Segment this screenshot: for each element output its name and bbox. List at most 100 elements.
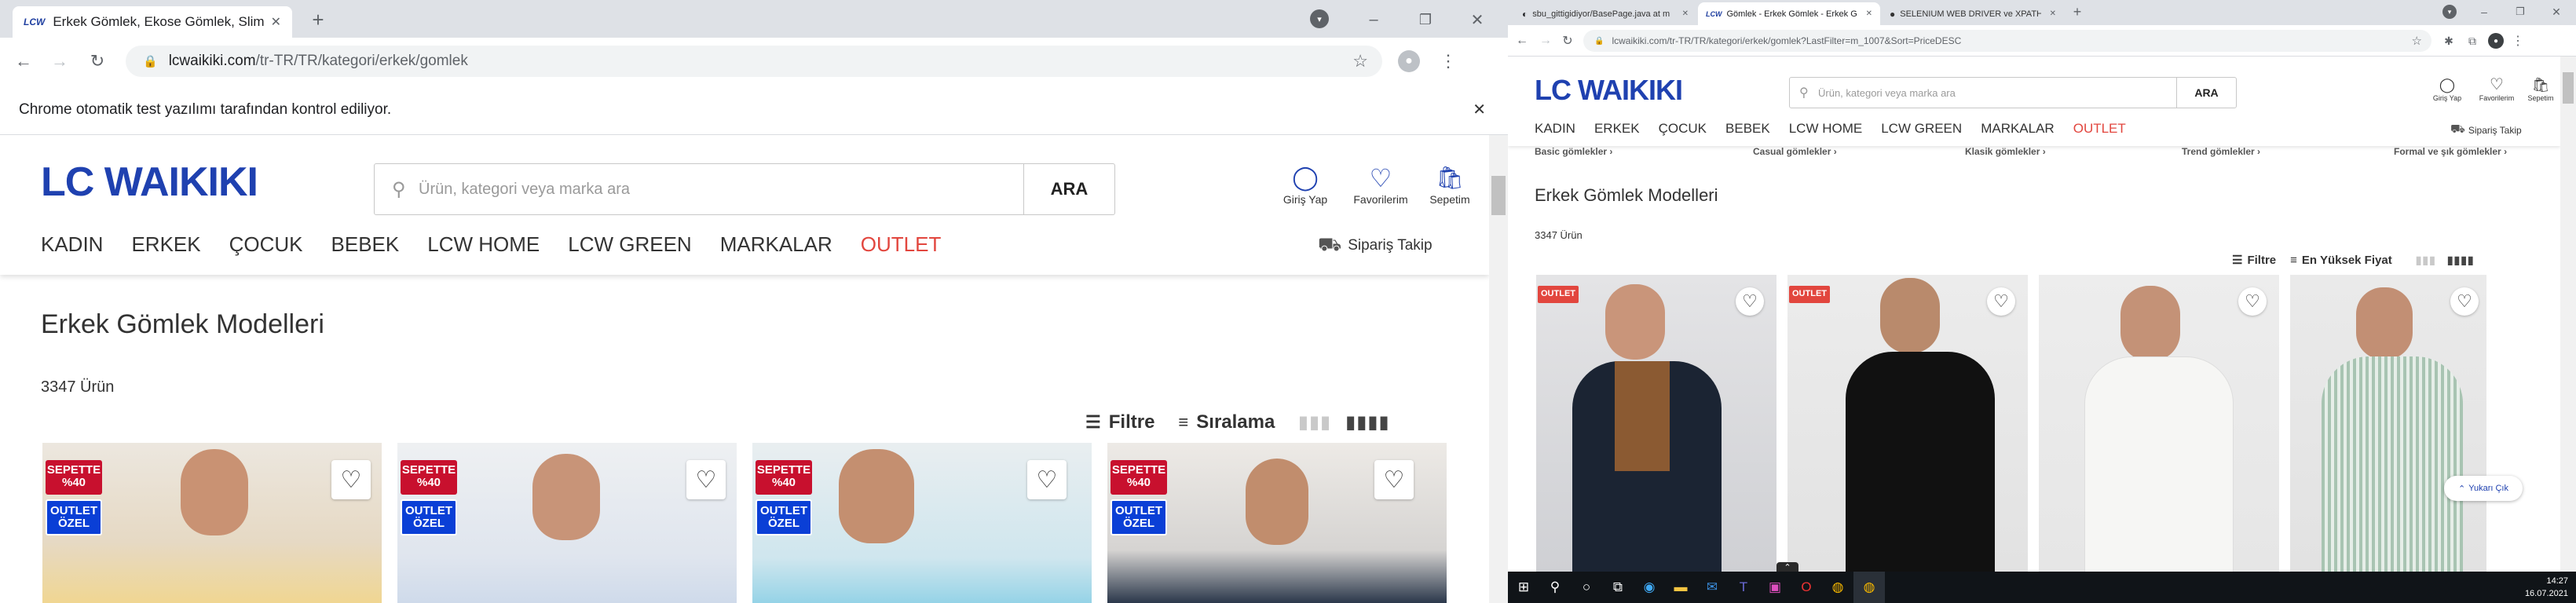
menu-kebab-icon[interactable]: ⋮ <box>1437 50 1459 72</box>
bookmark-star-icon[interactable]: ☆ <box>2412 34 2422 48</box>
site-search-input[interactable]: ⚲ Ürün, kategori veya marka ara ARA <box>374 163 1115 215</box>
favorite-heart-icon[interactable]: ♡ <box>2450 287 2479 316</box>
favorite-heart-icon[interactable]: ♡ <box>1027 460 1067 499</box>
forward-icon[interactable]: → <box>1538 33 1553 49</box>
filter-button[interactable]: Filtre <box>2247 254 2276 267</box>
search-button[interactable]: ARA <box>1023 164 1114 214</box>
nav-erkek[interactable]: ERKEK <box>1594 121 1640 137</box>
scroll-to-top-button[interactable]: ⌃ Yukarı Çık <box>2444 476 2523 501</box>
product-card[interactable]: SEPETTE %40 OUTLET ÖZEL ♡ <box>42 443 382 603</box>
menu-kebab-icon[interactable]: ⋮ <box>2510 33 2526 49</box>
login-link[interactable]: ◯ Giriş Yap <box>1275 166 1335 206</box>
nav-kadin[interactable]: KADIN <box>41 232 103 257</box>
extensions-icon[interactable]: ✱ <box>2441 33 2457 49</box>
bookmark-star-icon[interactable]: ☆ <box>1352 51 1368 71</box>
sort-button[interactable]: Sıralama <box>1196 411 1275 433</box>
minimize-icon[interactable]: – <box>1362 8 1385 31</box>
nav-lcw-home[interactable]: LCW HOME <box>1789 121 1863 137</box>
favorite-heart-icon[interactable]: ♡ <box>686 460 726 499</box>
favorites-link[interactable]: ♡ Favorilerim <box>1345 166 1417 206</box>
mail-icon[interactable]: ✉ <box>1696 572 1728 603</box>
page-scrollbar[interactable] <box>2560 57 2576 572</box>
close-tab-icon[interactable]: ✕ <box>1682 9 1689 18</box>
nav-outlet[interactable]: OUTLET <box>2073 121 2126 137</box>
nav-cocuk[interactable]: ÇOCUK <box>1659 121 1707 137</box>
close-tab-icon[interactable]: ✕ <box>2050 9 2056 18</box>
subcat-klasik[interactable]: Klasik gömlekler › <box>1965 146 2182 157</box>
taskbar-chevron-up-icon[interactable]: ⌃ <box>1776 562 1798 572</box>
new-tab-button[interactable]: + <box>2069 3 2086 20</box>
teams-icon[interactable]: T <box>1728 572 1759 603</box>
cart-link[interactable]: 🛍 Sepetim <box>2523 77 2559 102</box>
new-tab-button[interactable]: + <box>306 8 330 31</box>
tab-search-icon[interactable]: ▾ <box>1310 9 1329 28</box>
nav-cocuk[interactable]: ÇOCUK <box>229 232 303 257</box>
favorite-heart-icon[interactable]: ♡ <box>1987 287 2015 316</box>
grid-4-icon[interactable]: ▮▮▮▮ <box>2447 254 2475 267</box>
nav-bebek[interactable]: BEBEK <box>1725 121 1770 137</box>
search-icon[interactable]: ⚲ <box>1539 572 1571 603</box>
filter-button[interactable]: Filtre <box>1109 411 1155 433</box>
order-track-link[interactable]: ⛟ Sipariş Takip <box>2450 122 2522 137</box>
intellij-icon[interactable]: ▣ <box>1759 572 1791 603</box>
profile-avatar-icon[interactable]: ● <box>2488 33 2504 49</box>
system-clock[interactable]: 14:27 16.07.2021 <box>2525 575 2568 600</box>
task-view-icon[interactable]: ⧉ <box>1602 572 1634 603</box>
chrome-icon[interactable]: ◍ <box>1822 572 1853 603</box>
chrome-active-icon[interactable]: ◍ <box>1853 572 1885 603</box>
infobar-close-icon[interactable]: ✕ <box>1473 100 1486 119</box>
window-close-icon[interactable]: ✕ <box>2548 3 2565 20</box>
reload-icon[interactable]: ↻ <box>86 50 108 72</box>
site-search-input[interactable]: ⚲ Ürün, kategori veya marka ara ARA <box>1789 77 2237 108</box>
scrollbar-thumb[interactable] <box>1491 176 1506 215</box>
close-tab-icon[interactable]: ✕ <box>271 14 281 30</box>
favorite-heart-icon[interactable]: ♡ <box>1374 460 1414 499</box>
back-icon[interactable]: ← <box>1514 33 1530 49</box>
file-explorer-icon[interactable]: ▬ <box>1665 572 1696 603</box>
favorite-heart-icon[interactable]: ♡ <box>1736 287 1764 316</box>
tab-lcw[interactable]: LCW Erkek Gömlek, Ekose Gömlek, Slim Fit… <box>13 6 292 38</box>
grid-3-icon[interactable]: ▮▮▮ <box>2416 254 2436 267</box>
restore-icon[interactable]: ❐ <box>1414 8 1437 31</box>
address-bar[interactable]: 🔒 lcwaikiki.com/tr-TR/TR/kategori/erkek/… <box>1583 30 2431 52</box>
nav-lcw-green[interactable]: LCW GREEN <box>568 232 691 257</box>
product-card[interactable]: OUTLET ♡ <box>1787 275 2028 572</box>
subcat-trend[interactable]: Trend gömlekler › <box>2182 146 2394 157</box>
restore-icon[interactable]: ❐ <box>2512 3 2529 20</box>
address-bar[interactable]: 🔒 lcwaikiki.com/tr-TR/TR/kategori/erkek/… <box>126 46 1382 77</box>
product-card[interactable]: ♡ <box>2039 275 2279 572</box>
cart-link[interactable]: 🛍 Sepetim <box>1422 166 1478 206</box>
favorite-heart-icon[interactable]: ♡ <box>2238 287 2267 316</box>
order-track-link[interactable]: ⛟ Sipariş Takip <box>1318 234 1433 258</box>
subcat-formal[interactable]: Formal ve şık gömlekler › <box>2394 146 2507 157</box>
product-card[interactable]: ♡ <box>2290 275 2486 572</box>
tab-search-icon[interactable]: ▾ <box>2442 5 2457 19</box>
nav-outlet[interactable]: OUTLET <box>861 232 942 257</box>
product-card[interactable]: SEPETTE %40 OUTLET ÖZEL ♡ <box>752 443 1092 603</box>
nav-lcw-green[interactable]: LCW GREEN <box>1881 121 1962 137</box>
search-button[interactable]: ARA <box>2176 78 2236 108</box>
nav-erkek[interactable]: ERKEK <box>131 232 200 257</box>
close-tab-icon[interactable]: ✕ <box>1866 9 1872 18</box>
start-icon[interactable]: ⊞ <box>1508 572 1539 603</box>
cortana-icon[interactable]: ○ <box>1571 572 1602 603</box>
tab-github[interactable]: ◐ sbu_gittigidiyor/BasePage.java at m ✕ <box>1514 2 1696 25</box>
opera-icon[interactable]: O <box>1791 572 1822 603</box>
favorites-link[interactable]: ♡ Favorilerim <box>2472 77 2521 102</box>
reload-icon[interactable]: ↻ <box>1560 33 1575 49</box>
product-card[interactable]: SEPETTE %40 OUTLET ÖZEL ♡ <box>397 443 737 603</box>
minimize-icon[interactable]: – <box>2475 3 2493 20</box>
sort-button[interactable]: En Yüksek Fiyat <box>2302 254 2392 267</box>
subcat-basic[interactable]: Basic gömlekler › <box>1535 146 1753 157</box>
edge-icon[interactable]: ◉ <box>1634 572 1665 603</box>
favorite-heart-icon[interactable]: ♡ <box>331 460 371 499</box>
tab-lcw[interactable]: LCW Gömlek - Erkek Gömlek - Erkek G ✕ <box>1698 2 1880 25</box>
grid-4-icon[interactable]: ▮▮▮▮ <box>1346 412 1390 433</box>
window-close-icon[interactable]: ✕ <box>1465 8 1489 31</box>
site-logo[interactable]: LC WAIKIKI <box>41 159 258 206</box>
site-logo[interactable]: LC WAIKIKI <box>1535 74 1683 107</box>
tab-selenium[interactable]: ● SELENIUM WEB DRIVER ve XPATH ✕ <box>1882 2 2064 25</box>
back-icon[interactable]: ← <box>13 50 35 72</box>
product-card[interactable]: OUTLET ♡ <box>1536 275 1776 572</box>
nav-markalar[interactable]: MARKALAR <box>1981 121 2055 137</box>
